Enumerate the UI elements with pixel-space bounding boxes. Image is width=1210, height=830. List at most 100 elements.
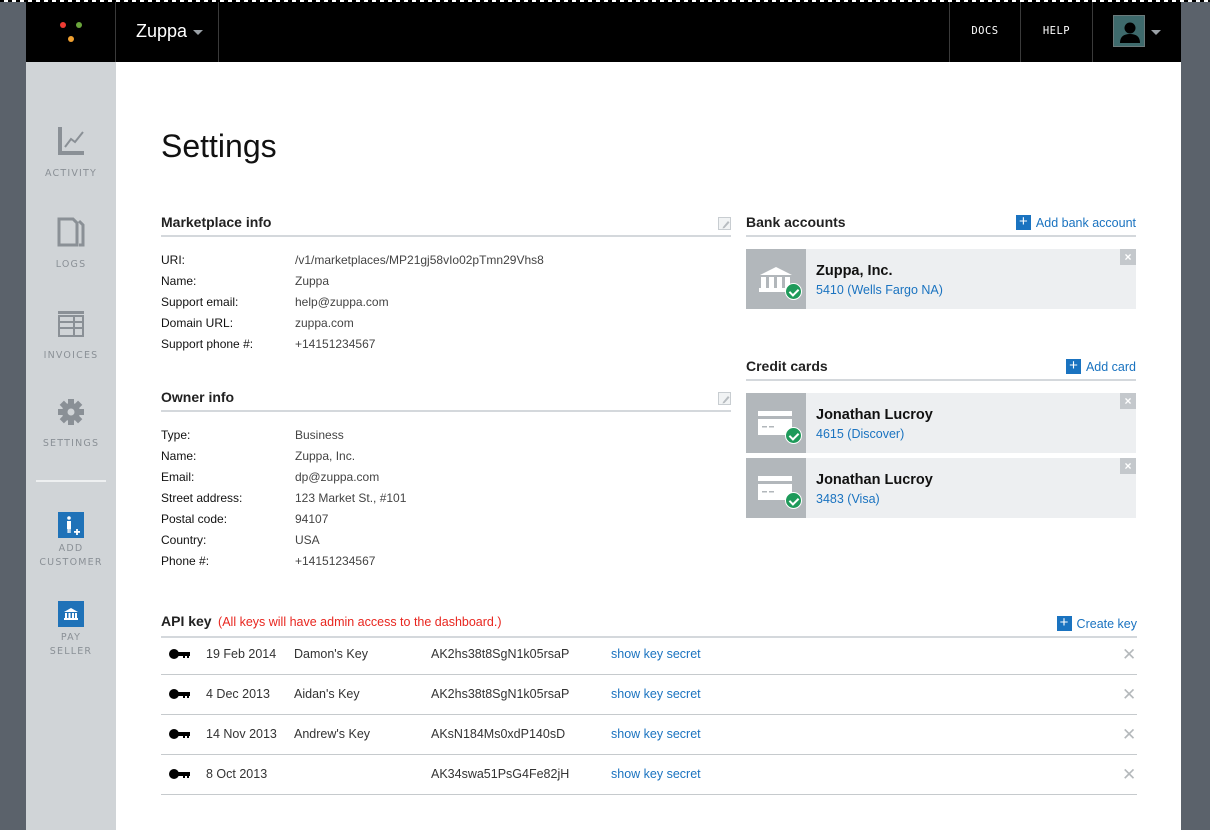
field-value: /v1/marketplaces/MP21gj58vIo02pTmn29Vhs8	[295, 253, 544, 267]
logo-dot-red	[60, 22, 66, 28]
sidebar-item-logs[interactable]: LOGS	[26, 217, 116, 272]
field-label: Email:	[161, 470, 195, 484]
key-name: Aidan's Key	[294, 687, 360, 701]
field-value: 94107	[295, 512, 329, 526]
field-value: 123 Market St., #101	[295, 491, 407, 505]
owner-row-name: Name: Zuppa, Inc.	[161, 446, 406, 467]
pay-seller-label-line2: SELLER	[49, 646, 93, 657]
gear-icon	[58, 399, 84, 425]
bank-accounts-title: Bank accounts	[746, 214, 846, 230]
sidebar-label-invoices: INVOICES	[43, 350, 99, 361]
credit-card-icon	[746, 458, 806, 518]
main-content: Settings Marketplace info URI: /v1/market…	[116, 62, 1181, 830]
key-date: 8 Oct 2013	[206, 767, 268, 781]
card-holder-name: Jonathan Lucroy	[816, 472, 933, 488]
add-card-button[interactable]: + Add card	[1065, 358, 1136, 374]
plus-icon: +	[1056, 615, 1072, 631]
sidebar: ACTIVITY LOGS INVOICES SETTINGS ADD CUST…	[26, 62, 116, 830]
card-detail[interactable]: 4615 (Discover)	[816, 427, 904, 441]
user-menu[interactable]	[1092, 0, 1181, 62]
key-id: AK34swa51PsG4Fe82jH	[431, 767, 570, 781]
top-bar: Zuppa DOCS HELP	[26, 0, 1181, 62]
sidebar-label-logs: LOGS	[55, 259, 87, 270]
plus-icon: +	[1015, 214, 1031, 230]
api-key-warning: (All keys will have admin access to the …	[218, 615, 502, 629]
bank-account-detail[interactable]: 5410 (Wells Fargo NA)	[816, 283, 943, 297]
show-key-secret-link[interactable]: show key secret	[611, 687, 701, 701]
field-value: zuppa.com	[295, 316, 354, 330]
sidebar-item-settings[interactable]: SETTINGS	[26, 398, 116, 451]
logo[interactable]	[26, 0, 116, 62]
marketplace-row-domain: Domain URL: zuppa.com	[161, 313, 544, 334]
key-icon	[169, 768, 191, 783]
owner-row-country: Country: USA	[161, 530, 406, 551]
credit-card-item[interactable]: Jonathan Lucroy 3483 (Visa) ×	[746, 458, 1136, 518]
key-id: AK2hs38t8SgN1k05rsaP	[431, 647, 570, 661]
field-value: Zuppa	[295, 274, 330, 288]
field-value: +14151234567	[295, 554, 376, 568]
owner-info-header: Owner info	[161, 389, 731, 412]
add-customer-label: ADD CUSTOMER	[26, 542, 116, 570]
marketplace-info-header: Marketplace info	[161, 214, 731, 237]
edit-marketplace-icon[interactable]	[718, 217, 731, 230]
add-customer-label-line1: ADD	[58, 543, 84, 554]
owner-info-list: Type: Business Name: Zuppa, Inc. Email: dp@…	[161, 425, 406, 572]
sidebar-divider	[36, 480, 106, 482]
add-card-label: Add card	[1085, 359, 1136, 374]
field-value: USA	[295, 533, 320, 547]
field-value: dp@zuppa.com	[295, 470, 380, 484]
edit-owner-icon[interactable]	[718, 392, 731, 405]
pay-seller-button[interactable]: PAY SELLER	[26, 601, 116, 659]
add-customer-label-line2: CUSTOMER	[39, 557, 103, 568]
create-key-button[interactable]: + Create key	[1056, 615, 1137, 631]
marketplace-row-uri: URI: /v1/marketplaces/MP21gj58vIo02pTmn29…	[161, 250, 544, 271]
help-link[interactable]: HELP	[1020, 0, 1092, 62]
api-key-row: 19 Feb 2014 Damon's Key AK2hs38t8SgN1k05…	[161, 635, 1137, 675]
key-date: 4 Dec 2013	[206, 687, 270, 701]
logo-dot-green	[76, 22, 82, 28]
table-icon	[58, 311, 84, 337]
verified-check-icon	[785, 427, 802, 444]
credit-card-item[interactable]: Jonathan Lucroy 4615 (Discover) ×	[746, 393, 1136, 453]
marketplace-switcher[interactable]: Zuppa	[117, 0, 219, 62]
api-key-title: API key	[161, 613, 212, 629]
card-detail[interactable]: 3483 (Visa)	[816, 492, 880, 506]
key-name: Damon's Key	[294, 647, 368, 661]
field-value: help@zuppa.com	[295, 295, 389, 309]
remove-card-button[interactable]: ×	[1120, 458, 1136, 474]
field-value: +14151234567	[295, 337, 376, 351]
add-customer-button[interactable]: ADD CUSTOMER	[26, 512, 116, 570]
delete-key-button[interactable]: ✕	[1122, 765, 1136, 785]
marketplace-row-support-email: Support email: help@zuppa.com	[161, 292, 544, 313]
delete-key-button[interactable]: ✕	[1122, 645, 1136, 665]
key-icon	[169, 688, 191, 703]
show-key-secret-link[interactable]: show key secret	[611, 647, 701, 661]
field-label: URI:	[161, 253, 185, 267]
show-key-secret-link[interactable]: show key secret	[611, 727, 701, 741]
add-bank-account-button[interactable]: + Add bank account	[1015, 214, 1136, 230]
app-window: Zuppa DOCS HELP ACTIVITY LOGS INVOICES S…	[26, 0, 1181, 830]
credit-cards-title: Credit cards	[746, 358, 828, 374]
marketplace-info-list: URI: /v1/marketplaces/MP21gj58vIo02pTmn29…	[161, 250, 544, 355]
owner-row-phone: Phone #: +14151234567	[161, 551, 406, 572]
remove-bank-account-button[interactable]: ×	[1120, 249, 1136, 265]
card-holder-name: Jonathan Lucroy	[816, 407, 933, 423]
verified-check-icon	[785, 492, 802, 509]
owner-row-type: Type: Business	[161, 425, 406, 446]
key-id: AK2hs38t8SgN1k05rsaP	[431, 687, 570, 701]
sidebar-item-activity[interactable]: ACTIVITY	[26, 126, 116, 181]
marketplace-info-title: Marketplace info	[161, 214, 272, 230]
sidebar-label-activity: ACTIVITY	[44, 168, 98, 179]
bank-icon	[746, 249, 806, 309]
remove-card-button[interactable]: ×	[1120, 393, 1136, 409]
api-key-row: 14 Nov 2013 Andrew's Key AKsN184Ms0xdP14…	[161, 715, 1137, 755]
docs-link[interactable]: DOCS	[949, 0, 1020, 62]
bank-account-name: Zuppa, Inc.	[816, 263, 893, 279]
credit-cards-header: Credit cards + Add card	[746, 358, 1136, 381]
marketplace-name: Zuppa	[136, 20, 188, 41]
bank-account-card[interactable]: Zuppa, Inc. 5410 (Wells Fargo NA) ×	[746, 249, 1136, 309]
sidebar-item-invoices[interactable]: INVOICES	[26, 310, 116, 363]
delete-key-button[interactable]: ✕	[1122, 725, 1136, 745]
delete-key-button[interactable]: ✕	[1122, 685, 1136, 705]
show-key-secret-link[interactable]: show key secret	[611, 767, 701, 781]
